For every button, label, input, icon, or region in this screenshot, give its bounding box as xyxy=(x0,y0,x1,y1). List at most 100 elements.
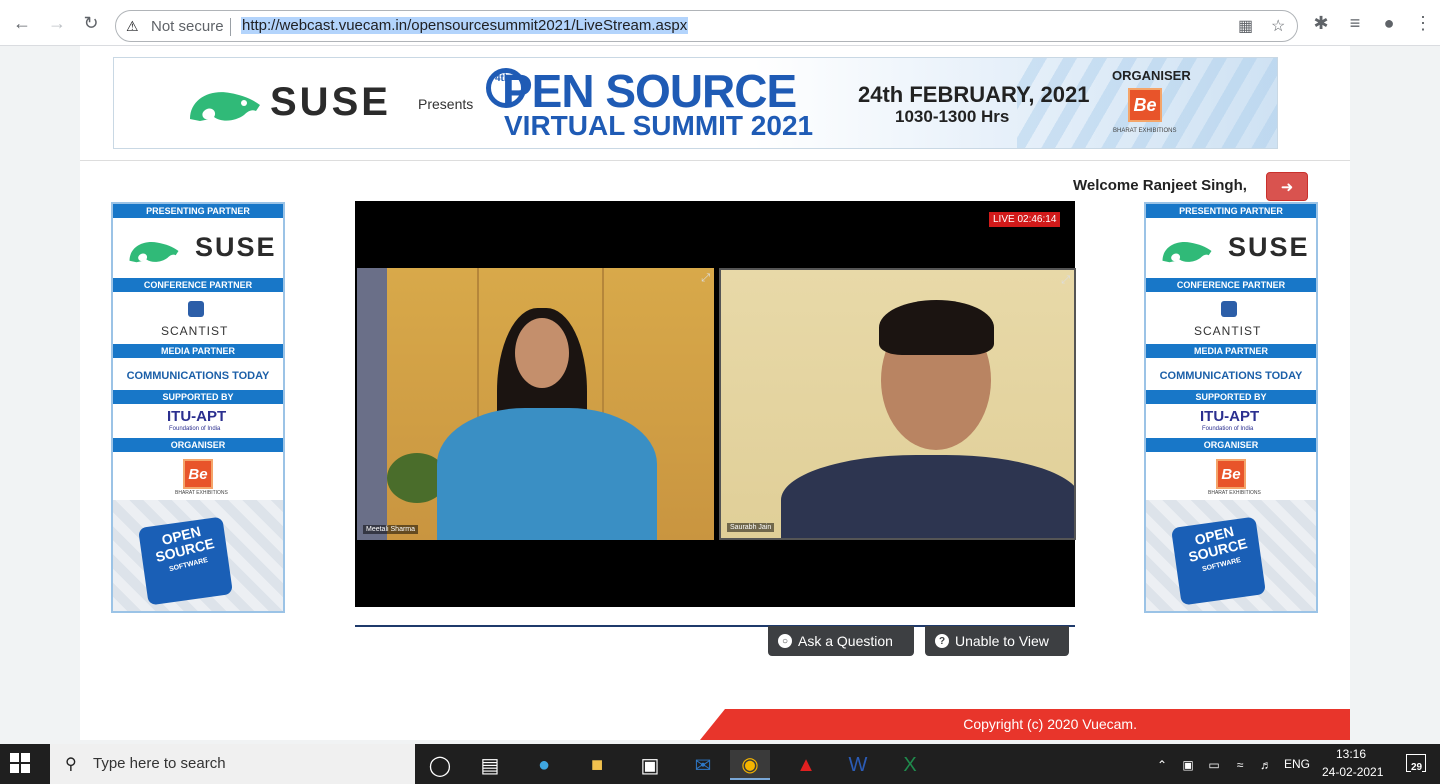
presenting-partner-header: PRESENTING PARTNER xyxy=(113,204,283,218)
organiser-header: ORGANISER xyxy=(113,438,283,452)
organiser-label: ORGANISER xyxy=(1112,68,1191,83)
media-partner-name: COMMUNICATIONS TODAY xyxy=(1159,370,1303,382)
speaker-hair xyxy=(879,300,994,355)
expand-icon[interactable]: ⤢ xyxy=(701,272,710,285)
speaker-tile[interactable]: ⤢ Saurabh Jain xyxy=(719,268,1076,540)
outlook-icon[interactable]: ✉ xyxy=(683,750,723,780)
itu-apt-logo: ITU-APT xyxy=(1200,408,1260,425)
suse-wordmark: SUSE xyxy=(195,232,277,262)
organiser-name: BHARAT EXHIBITIONS xyxy=(175,490,228,496)
warning-icon[interactable]: ⚠ xyxy=(126,18,139,35)
ask-question-label: Ask a Question xyxy=(798,633,893,649)
speaker-name-tag: Saurabh Jain xyxy=(727,523,775,532)
scantist-wordmark: SCANTIST xyxy=(1194,324,1262,338)
speaker-name-tag: Meetali Sharma xyxy=(363,525,419,534)
suse-wordmark: SUSE xyxy=(1228,232,1310,262)
chat-bubble-icon: ○ xyxy=(778,634,792,648)
acrobat-icon[interactable]: ▲ xyxy=(786,750,826,780)
cortana-icon[interactable]: ◯ xyxy=(420,750,460,780)
scantist-wordmark: SCANTIST xyxy=(161,324,229,338)
bookmark-star-icon[interactable]: ☆ xyxy=(1271,16,1285,36)
supported-by-header: SUPPORTED BY xyxy=(113,390,283,404)
sign-out-icon: ➜ xyxy=(1280,178,1294,196)
media-partner-name: COMMUNICATIONS TODAY xyxy=(126,370,270,382)
chevron-up-icon[interactable]: ⌃ xyxy=(1150,750,1174,780)
presents-label: Presents xyxy=(418,96,474,112)
open-source-puzzle-image: OPEN SOURCE SOFTWARE xyxy=(1146,500,1316,611)
live-badge: LIVE 02:46:14 xyxy=(989,212,1061,227)
itu-apt-subtitle: Foundation of India xyxy=(169,426,221,432)
search-icon: ⚲ xyxy=(65,756,77,773)
word-icon[interactable]: W xyxy=(838,750,878,780)
event-date: 24th FEBRUARY, 2021 xyxy=(858,82,1090,107)
organiser-logo: Be xyxy=(1216,459,1246,489)
chameleon-logo-icon xyxy=(129,241,179,263)
event-time: 1030-1300 Hrs xyxy=(895,107,1010,126)
organiser-logo: Be xyxy=(1128,88,1162,122)
organiser-name: BHARAT EXHIBITIONS xyxy=(1208,490,1261,496)
expand-icon[interactable]: ⤢ xyxy=(1061,274,1070,287)
edge-icon[interactable]: ● xyxy=(524,750,564,780)
reading-list-icon[interactable]: ≡ xyxy=(1340,8,1370,38)
language-indicator[interactable]: ENG xyxy=(1284,757,1310,771)
sponsor-panel-right: PRESENTING PARTNER SUSE CONFERENCE PARTN… xyxy=(1144,202,1318,613)
itu-apt-logo: ITU-APT xyxy=(167,408,227,425)
suse-wordmark: SUSE xyxy=(270,80,391,124)
store-icon[interactable]: ▣ xyxy=(630,750,670,780)
volume-icon[interactable]: ♬ xyxy=(1254,750,1278,780)
presenting-partner-header: PRESENTING PARTNER xyxy=(1146,204,1316,218)
scantist-logo-icon xyxy=(188,301,204,317)
organiser-header: ORGANISER xyxy=(1146,438,1316,452)
device-icon[interactable]: ▣ xyxy=(1176,750,1200,780)
search-placeholder: Type here to search xyxy=(93,755,226,772)
clock-time[interactable]: 13:16 xyxy=(1336,747,1366,761)
supported-by-header: SUPPORTED BY xyxy=(1146,390,1316,404)
task-view-icon[interactable]: ▤ xyxy=(470,750,510,780)
excel-icon[interactable]: X xyxy=(890,750,930,780)
unable-to-view-label: Unable to View xyxy=(955,633,1049,649)
battery-icon[interactable]: ▭ xyxy=(1202,750,1226,780)
help-icon: ? xyxy=(935,634,949,648)
qr-code-icon[interactable]: ▦ xyxy=(1238,16,1253,36)
chameleon-logo-icon xyxy=(1162,241,1212,263)
security-label[interactable]: Not secure xyxy=(151,18,224,35)
address-bar[interactable]: ⚠ Not secure http://webcast.vuecam.in/op… xyxy=(115,10,1298,42)
speaker-tile[interactable]: ⤢ Meetali Sharma xyxy=(357,268,714,540)
welcome-message: Welcome Ranjeet Singh, xyxy=(1073,177,1247,194)
scantist-logo-icon xyxy=(1221,301,1237,317)
wifi-icon[interactable]: ≈ xyxy=(1228,750,1252,780)
back-icon[interactable]: ← xyxy=(7,8,37,38)
media-partner-header: MEDIA PARTNER xyxy=(1146,344,1316,358)
windows-taskbar: ⚲ Type here to search ◯ ▤ ● ■ ▣ ✉ ◉ ▲ W … xyxy=(0,744,1440,784)
menu-icon[interactable]: ⋮ xyxy=(1408,8,1438,38)
summit-subtitle: VIRTUAL SUMMIT 2021 xyxy=(504,110,814,141)
sponsor-panel-left: PRESENTING PARTNER SUSE CONFERENCE PARTN… xyxy=(111,202,285,613)
conference-partner-header: CONFERENCE PARTNER xyxy=(1146,278,1316,292)
bookshelf xyxy=(357,268,387,540)
logout-button[interactable]: ➜ xyxy=(1266,172,1308,201)
unable-to-view-button[interactable]: ? Unable to View xyxy=(925,626,1069,656)
windows-start-icon[interactable] xyxy=(10,753,30,773)
profile-icon[interactable]: ● xyxy=(1374,8,1404,38)
forward-icon[interactable]: → xyxy=(42,8,72,38)
open-source-puzzle-image: OPEN SOURCE SOFTWARE xyxy=(113,500,283,611)
event-banner: SUSE Presents 4th PEN SOURCE VIRTUAL SUM… xyxy=(113,57,1278,149)
extensions-icon[interactable]: ✱ xyxy=(1306,8,1336,38)
separator xyxy=(230,18,231,36)
url-text[interactable]: http://webcast.vuecam.in/opensourcesummi… xyxy=(241,17,689,34)
browser-toolbar: ← → ↻ ⚠ Not secure http://webcast.vuecam… xyxy=(0,0,1440,46)
file-explorer-icon[interactable]: ■ xyxy=(577,750,617,780)
media-partner-header: MEDIA PARTNER xyxy=(113,344,283,358)
chrome-icon[interactable]: ◉ xyxy=(730,750,770,780)
reload-icon[interactable]: ↻ xyxy=(76,8,106,38)
speaker-face xyxy=(515,318,569,388)
footer-copyright: Copyright (c) 2020 Vuecam. xyxy=(700,709,1350,740)
itu-apt-subtitle: Foundation of India xyxy=(1202,426,1254,432)
taskbar-search[interactable]: ⚲ Type here to search xyxy=(50,744,415,784)
live-video-player[interactable]: LIVE 02:46:14 ⤢ Meetali Sharma ⤢ Saurabh… xyxy=(355,201,1076,607)
conference-partner-header: CONFERENCE PARTNER xyxy=(113,278,283,292)
organiser-name: BHARAT EXHIBITIONS xyxy=(1113,128,1177,134)
clock-date[interactable]: 24-02-2021 xyxy=(1322,765,1383,779)
ask-question-button[interactable]: ○ Ask a Question xyxy=(768,626,914,656)
organiser-logo: Be xyxy=(183,459,213,489)
